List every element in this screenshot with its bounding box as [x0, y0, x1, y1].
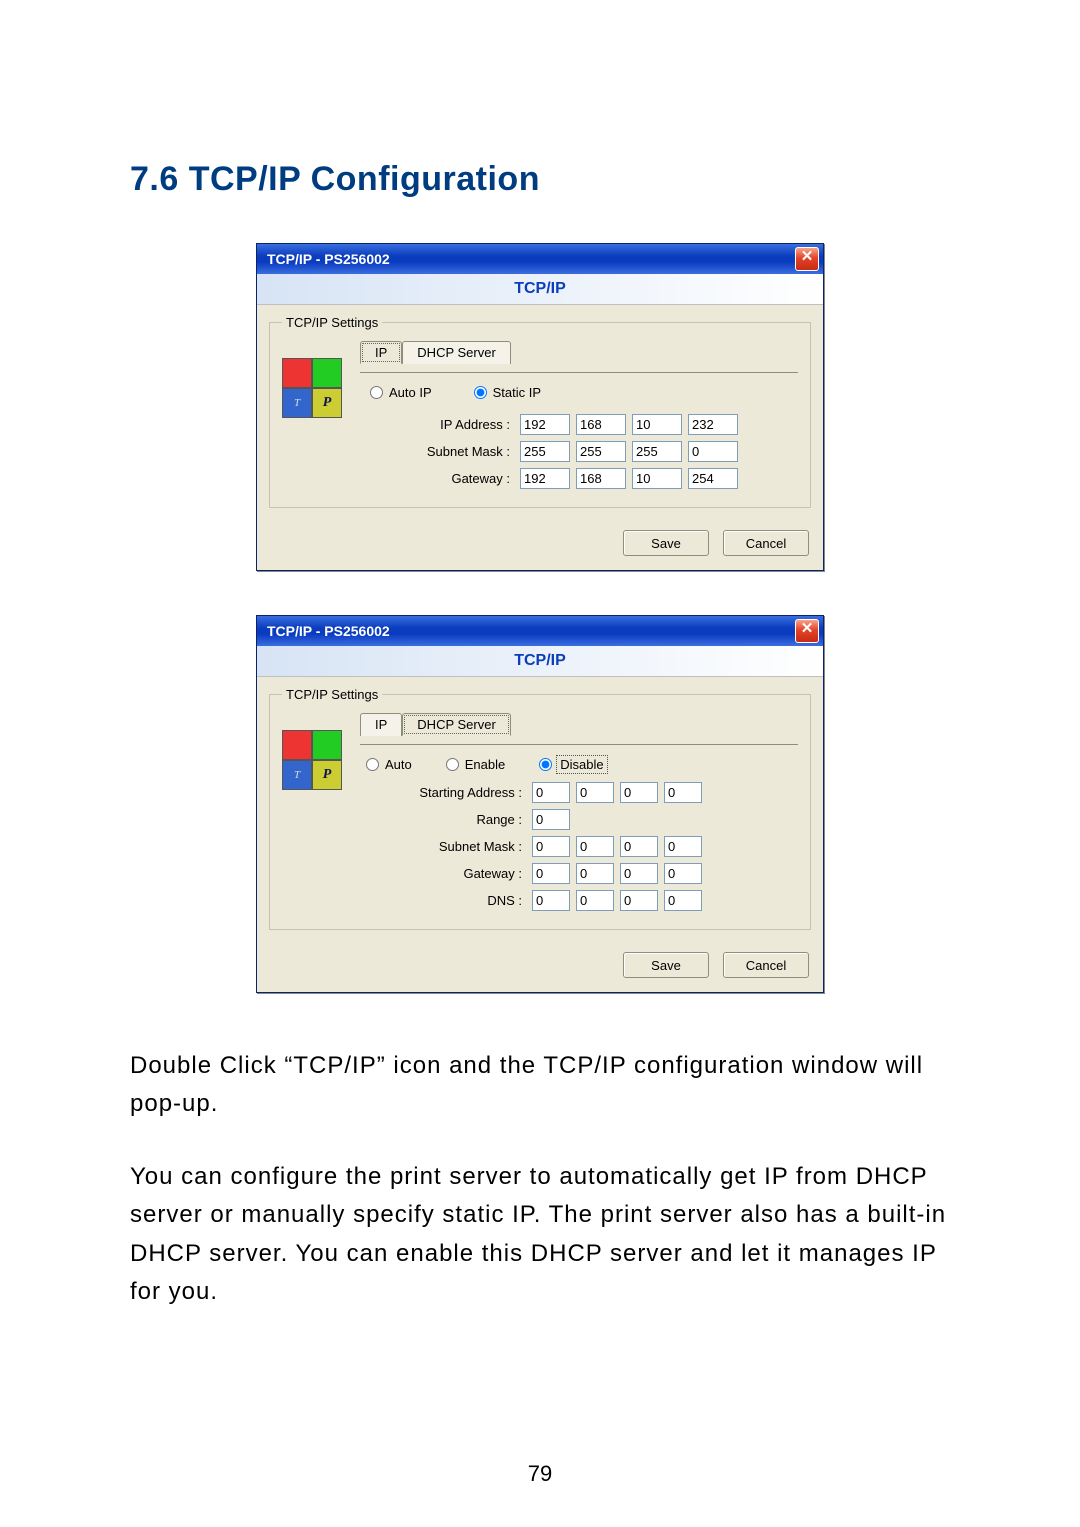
mask-octet-1[interactable] — [520, 441, 570, 462]
groupbox-legend: TCP/IP Settings — [282, 687, 382, 702]
gateway-label: Gateway : — [390, 471, 514, 486]
range-input[interactable] — [532, 809, 570, 830]
tab-ip[interactable]: IP — [360, 341, 402, 364]
gw-octet-3[interactable] — [632, 468, 682, 489]
range-label: Range : — [390, 812, 526, 827]
dns-octet-3[interactable] — [620, 890, 658, 911]
ip-octet-4[interactable] — [688, 414, 738, 435]
close-icon[interactable]: ✕ — [795, 619, 819, 643]
gateway-label: Gateway : — [390, 866, 526, 881]
radio-disable-label: Disable — [558, 757, 605, 772]
page-number: 79 — [0, 1461, 1080, 1487]
start-octet-1[interactable] — [532, 782, 570, 803]
dialog-header: TCP/IP — [257, 646, 823, 677]
paragraph-1: Double Click “TCP/IP” icon and the TCP/I… — [130, 1047, 950, 1124]
dns-octet-1[interactable] — [532, 890, 570, 911]
radio-static-ip-label: Static IP — [493, 385, 541, 400]
tabstrip: IP DHCP Server — [360, 340, 798, 363]
mask-octet-1[interactable] — [532, 836, 570, 857]
mask-octet-2[interactable] — [576, 441, 626, 462]
tab-dhcp-server[interactable]: DHCP Server — [402, 713, 511, 736]
radio-static-ip[interactable]: Static IP — [474, 385, 541, 400]
tcpip-logo-icon: TP — [282, 358, 342, 418]
cancel-button[interactable]: Cancel — [723, 530, 809, 556]
mask-octet-4[interactable] — [664, 836, 702, 857]
start-octet-3[interactable] — [620, 782, 658, 803]
groupbox-legend: TCP/IP Settings — [282, 315, 382, 330]
tcpip-settings-group: TCP/IP Settings TP IP DHCP Server — [269, 315, 811, 508]
radio-auto[interactable]: Auto — [366, 757, 412, 772]
dialog-header: TCP/IP — [257, 274, 823, 305]
ip-address-label: IP Address : — [390, 417, 514, 432]
titlebar: TCP/IP - PS256002 ✕ — [257, 616, 823, 646]
gw-octet-4[interactable] — [688, 468, 738, 489]
dns-octet-2[interactable] — [576, 890, 614, 911]
ip-octet-1[interactable] — [520, 414, 570, 435]
close-icon[interactable]: ✕ — [795, 247, 819, 271]
paragraph-2: You can configure the print server to au… — [130, 1158, 950, 1312]
gw-octet-1[interactable] — [532, 863, 570, 884]
radio-auto-ip[interactable]: Auto IP — [370, 385, 432, 400]
tcpip-logo-icon: TP — [282, 730, 342, 790]
titlebar: TCP/IP - PS256002 ✕ — [257, 244, 823, 274]
gw-octet-1[interactable] — [520, 468, 570, 489]
start-octet-4[interactable] — [664, 782, 702, 803]
tabstrip: IP DHCP Server — [360, 712, 798, 735]
save-button[interactable]: Save — [623, 952, 709, 978]
start-octet-2[interactable] — [576, 782, 614, 803]
save-button[interactable]: Save — [623, 530, 709, 556]
window-title: TCP/IP - PS256002 — [267, 623, 390, 639]
tab-ip[interactable]: IP — [360, 713, 402, 736]
radio-auto-label: Auto — [385, 757, 412, 772]
subnet-mask-label: Subnet Mask : — [390, 444, 514, 459]
body-paragraphs: Double Click “TCP/IP” icon and the TCP/I… — [130, 1047, 950, 1311]
tcpip-settings-group: TCP/IP Settings TP IP DHCP Server — [269, 687, 811, 930]
gw-octet-2[interactable] — [576, 468, 626, 489]
radio-disable[interactable]: Disable — [539, 757, 605, 772]
dns-label: DNS : — [390, 893, 526, 908]
ip-octet-3[interactable] — [632, 414, 682, 435]
window-title: TCP/IP - PS256002 — [267, 251, 390, 267]
mask-octet-2[interactable] — [576, 836, 614, 857]
gw-octet-3[interactable] — [620, 863, 658, 884]
mask-octet-3[interactable] — [620, 836, 658, 857]
starting-address-label: Starting Address : — [390, 785, 526, 800]
subnet-mask-label: Subnet Mask : — [390, 839, 526, 854]
tab-dhcp-server[interactable]: DHCP Server — [402, 341, 511, 364]
radio-enable-label: Enable — [465, 757, 505, 772]
cancel-button[interactable]: Cancel — [723, 952, 809, 978]
ip-octet-2[interactable] — [576, 414, 626, 435]
radio-auto-ip-label: Auto IP — [389, 385, 432, 400]
section-heading: 7.6 TCP/IP Configuration — [130, 160, 950, 199]
mask-octet-4[interactable] — [688, 441, 738, 462]
mask-octet-3[interactable] — [632, 441, 682, 462]
radio-enable[interactable]: Enable — [446, 757, 505, 772]
gw-octet-4[interactable] — [664, 863, 702, 884]
tcpip-dialog-dhcp: TCP/IP - PS256002 ✕ TCP/IP TCP/IP Settin… — [256, 615, 824, 993]
tcpip-dialog-ip: TCP/IP - PS256002 ✕ TCP/IP TCP/IP Settin… — [256, 243, 824, 571]
gw-octet-2[interactable] — [576, 863, 614, 884]
dns-octet-4[interactable] — [664, 890, 702, 911]
